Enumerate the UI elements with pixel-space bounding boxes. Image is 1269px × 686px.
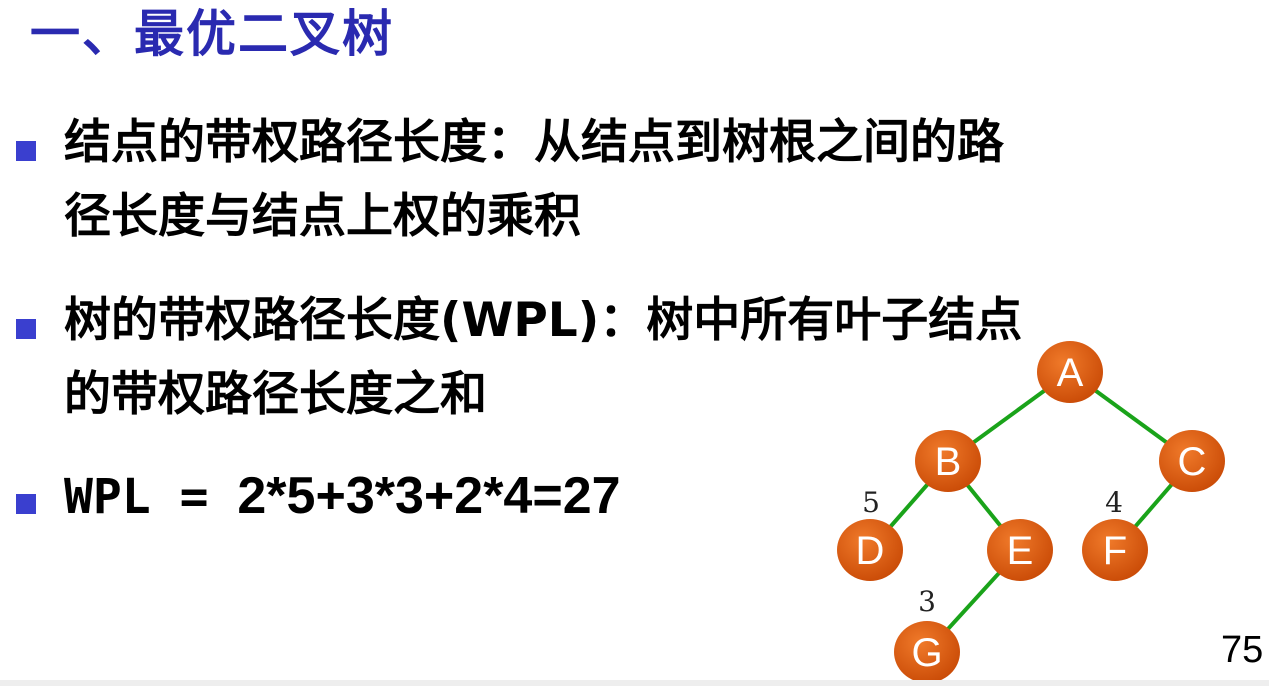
tree-weight-d: 5: [862, 486, 880, 519]
tree-node-label: D: [856, 529, 885, 573]
tree-node-c: C: [1159, 430, 1225, 492]
tree-node-label: E: [1007, 529, 1034, 573]
page-number: 75: [1221, 629, 1264, 671]
tree-node-g: G: [894, 621, 960, 683]
tree-weight-f: 4: [1105, 486, 1123, 519]
tree-node-label: A: [1057, 351, 1084, 395]
tree-node-label: G: [911, 631, 942, 675]
tree-node-label: C: [1178, 440, 1207, 484]
tree-node-a: A: [1037, 341, 1103, 403]
slide: 一、最优二叉树 结点的带权路径长度：从结点到树根之间的路 径长度与结点上权的乘积…: [0, 0, 1269, 686]
binary-tree-diagram: A B C D E F G 5 4 3: [837, 341, 1225, 683]
tree-node-b: B: [915, 430, 981, 492]
tree-node-f: F: [1082, 519, 1148, 581]
tree-node-label: F: [1103, 529, 1127, 573]
tree-node-d: D: [837, 519, 903, 581]
tree-node-e: E: [987, 519, 1053, 581]
tree-nodes: A B C D E F G: [837, 341, 1225, 683]
footer-divider: [0, 680, 1269, 686]
tree-node-label: B: [935, 440, 962, 484]
tree-weight-g: 3: [918, 585, 936, 618]
